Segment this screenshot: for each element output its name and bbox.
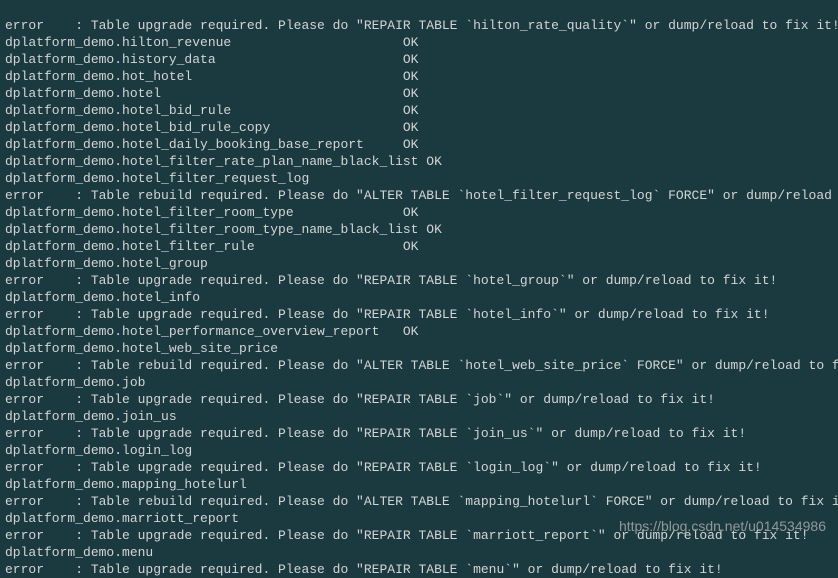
terminal-line: dplatform_demo.hotel_performance_overvie… [5, 323, 833, 340]
terminal-line: dplatform_demo.hotel OK [5, 85, 833, 102]
terminal-line: error : Table upgrade required. Please d… [5, 306, 833, 323]
terminal-line: error : Table upgrade required. Please d… [5, 272, 833, 289]
terminal-line: error : Table upgrade required. Please d… [5, 561, 833, 578]
terminal-line: dplatform_demo.hotel_web_site_price [5, 340, 833, 357]
terminal-line: dplatform_demo.hot_hotel OK [5, 68, 833, 85]
terminal-line: dplatform_demo.hilton_revenue OK [5, 34, 833, 51]
terminal-line: error : Table rebuild required. Please d… [5, 493, 833, 510]
terminal-line: error : Table upgrade required. Please d… [5, 425, 833, 442]
terminal-line: dplatform_demo.history_data OK [5, 51, 833, 68]
terminal-line: dplatform_demo.hotel_filter_rule OK [5, 238, 833, 255]
terminal-line: dplatform_demo.hotel_filter_rate_plan_na… [5, 153, 833, 170]
terminal-line: dplatform_demo.job [5, 374, 833, 391]
watermark-text: https://blog.csdn.net/u014534986 [619, 518, 826, 535]
terminal-line: dplatform_demo.hotel_filter_room_type OK [5, 204, 833, 221]
terminal-line: dplatform_demo.hotel_bid_rule_copy OK [5, 119, 833, 136]
terminal-line: error : Table rebuild required. Please d… [5, 357, 833, 374]
terminal-line: error : Table upgrade required. Please d… [5, 17, 833, 34]
terminal-line: error : Table upgrade required. Please d… [5, 391, 833, 408]
terminal-line: dplatform_demo.hotel_filter_room_type_na… [5, 221, 833, 238]
terminal-line: error : Table rebuild required. Please d… [5, 187, 833, 204]
terminal-line: dplatform_demo.hotel_info [5, 289, 833, 306]
terminal-output: error : Table upgrade required. Please d… [0, 0, 838, 578]
terminal-line: dplatform_demo.hotel_filter_request_log [5, 170, 833, 187]
terminal-line: dplatform_demo.hotel_bid_rule OK [5, 102, 833, 119]
terminal-line: error : Table upgrade required. Please d… [5, 459, 833, 476]
terminal-line: dplatform_demo.hotel_group [5, 255, 833, 272]
terminal-line: dplatform_demo.hotel_daily_booking_base_… [5, 136, 833, 153]
terminal-line: dplatform_demo.mapping_hotelurl [5, 476, 833, 493]
terminal-line: dplatform_demo.join_us [5, 408, 833, 425]
terminal-line: dplatform_demo.login_log [5, 442, 833, 459]
